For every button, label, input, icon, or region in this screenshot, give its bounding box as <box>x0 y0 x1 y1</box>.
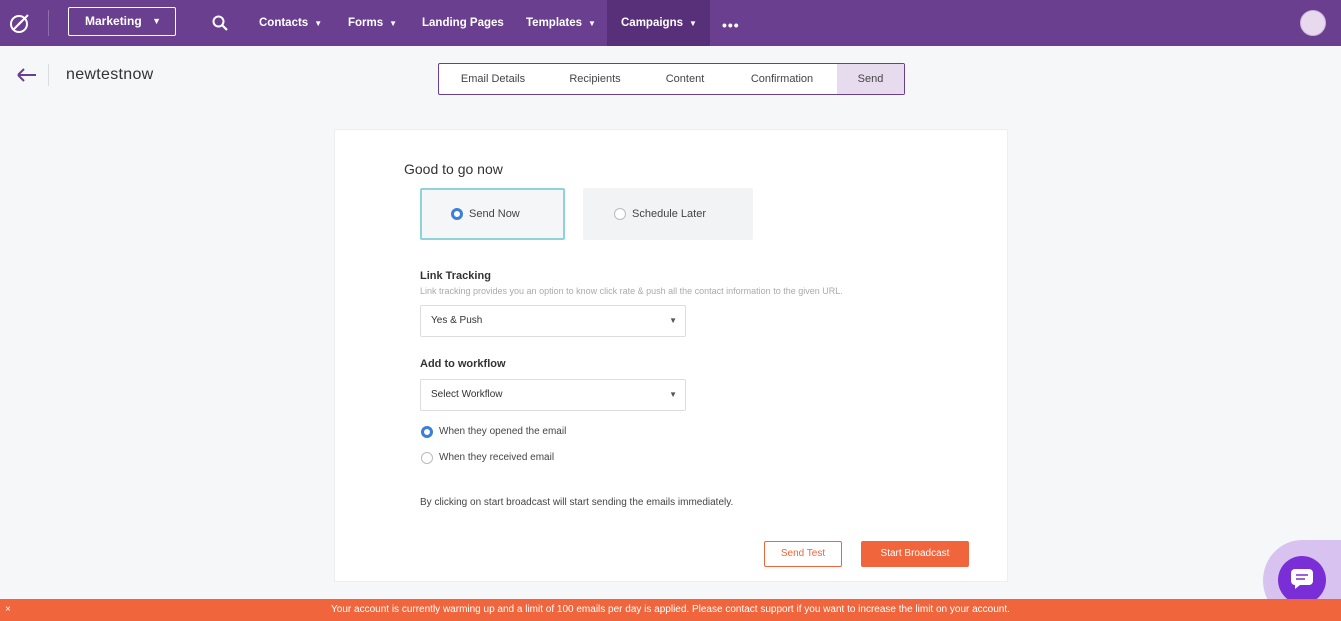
page-title: newtestnow <box>66 66 154 83</box>
chevron-down-icon: ▼ <box>389 19 398 28</box>
workflow-label: Add to workflow <box>420 358 506 370</box>
tab-recipients[interactable]: Recipients <box>547 64 643 94</box>
chevron-down-icon: ▼ <box>314 19 323 28</box>
nav-item-landing-pages[interactable]: Landing Pages <box>422 0 504 46</box>
nav-item-campaigns[interactable]: Campaigns ▼ <box>607 0 710 46</box>
tab-send[interactable]: Send <box>837 64 904 94</box>
chevron-down-icon: ▼ <box>152 16 161 26</box>
warmup-banner: × Your account is currently warming up a… <box>0 599 1341 621</box>
option-label: Send Now <box>469 208 520 220</box>
chat-button[interactable] <box>1278 556 1326 604</box>
nav-item-templates[interactable]: Templates ▼ <box>526 0 596 46</box>
tab-confirmation[interactable]: Confirmation <box>727 64 837 94</box>
workspace-label: Marketing <box>85 14 142 28</box>
radio-opened-email[interactable] <box>421 426 433 438</box>
send-now-option[interactable]: Send Now <box>420 188 565 240</box>
header-divider <box>48 64 49 86</box>
nav-item-label: Campaigns <box>621 17 683 29</box>
trigger-label: When they received email <box>439 452 555 463</box>
radio-send-now[interactable] <box>451 208 463 220</box>
radio-schedule-later[interactable] <box>614 208 626 220</box>
search-icon[interactable] <box>212 15 228 31</box>
back-arrow-icon[interactable] <box>16 66 38 84</box>
broadcast-note: By clicking on start broadcast will star… <box>420 497 734 508</box>
app-logo-icon[interactable] <box>8 11 32 35</box>
link-tracking-label: Link Tracking <box>420 270 491 282</box>
workflow-select[interactable]: Select Workflow ▼ <box>420 379 686 411</box>
nav-item-label: Contacts <box>259 17 309 29</box>
trigger-label: When they opened the email <box>439 426 567 437</box>
send-test-button[interactable]: Send Test <box>764 541 842 567</box>
radio-received-email[interactable] <box>421 452 433 464</box>
caret-down-icon: ▼ <box>669 390 677 399</box>
start-broadcast-button[interactable]: Start Broadcast <box>861 541 969 567</box>
nav-item-label: Landing Pages <box>422 17 504 29</box>
tab-email-details[interactable]: Email Details <box>439 64 547 94</box>
workspace-selector[interactable]: Marketing ▼ <box>68 7 176 36</box>
link-tracking-hint: Link tracking provides you an option to … <box>420 286 843 296</box>
select-value: Yes & Push <box>431 315 483 326</box>
option-label: Schedule Later <box>632 208 706 220</box>
step-tabs: Email Details Recipients Content Confirm… <box>438 63 905 95</box>
nav-item-label: Forms <box>348 17 384 29</box>
nav-item-contacts[interactable]: Contacts ▼ <box>259 0 322 46</box>
nav-item-forms[interactable]: Forms ▼ <box>348 0 397 46</box>
chevron-down-icon: ▼ <box>689 19 697 28</box>
chevron-down-icon: ▼ <box>588 19 596 28</box>
nav-item-label: Templates <box>526 17 583 29</box>
top-nav: Marketing ▼ Contacts ▼ Forms ▼ Landing Pag… <box>0 0 1341 46</box>
link-tracking-select[interactable]: Yes & Push ▼ <box>420 305 686 337</box>
tab-content[interactable]: Content <box>643 64 727 94</box>
close-icon[interactable]: × <box>5 599 11 621</box>
avatar[interactable] <box>1300 10 1326 36</box>
schedule-later-option[interactable]: Schedule Later <box>583 188 753 240</box>
nav-divider <box>48 10 49 36</box>
banner-text: Your account is currently warming up and… <box>331 604 1010 615</box>
select-value: Select Workflow <box>431 389 503 400</box>
send-heading: Good to go now <box>404 161 503 177</box>
chat-icon <box>1291 569 1313 589</box>
caret-down-icon: ▼ <box>669 316 677 325</box>
more-icon[interactable]: ••• <box>722 17 740 33</box>
